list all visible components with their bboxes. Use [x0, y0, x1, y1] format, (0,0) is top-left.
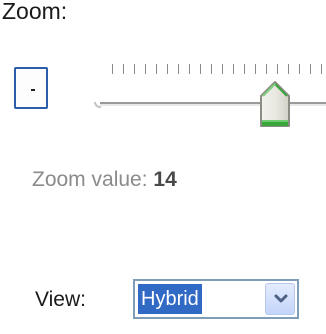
slider-thumb-icon[interactable]	[258, 80, 292, 130]
zoom-slider[interactable]	[94, 62, 326, 132]
view-select[interactable]: Hybrid	[133, 279, 299, 319]
view-dropdown-button[interactable]	[265, 283, 295, 315]
zoom-out-button[interactable]	[14, 67, 48, 109]
view-label: View:	[35, 288, 86, 311]
zoom-panel: Zoom: Zoom value: 14 View: Hybrid	[0, 0, 326, 334]
chevron-down-icon	[274, 294, 288, 303]
minus-icon	[31, 89, 35, 91]
zoom-value-text: Zoom value: 14	[32, 168, 177, 192]
view-select-value: Hybrid	[138, 284, 202, 314]
zoom-value-label: Zoom value:	[32, 168, 154, 191]
zoom-value-number: 14	[153, 168, 177, 191]
zoom-heading: Zoom:	[2, 0, 68, 24]
slider-ticks	[112, 64, 326, 74]
